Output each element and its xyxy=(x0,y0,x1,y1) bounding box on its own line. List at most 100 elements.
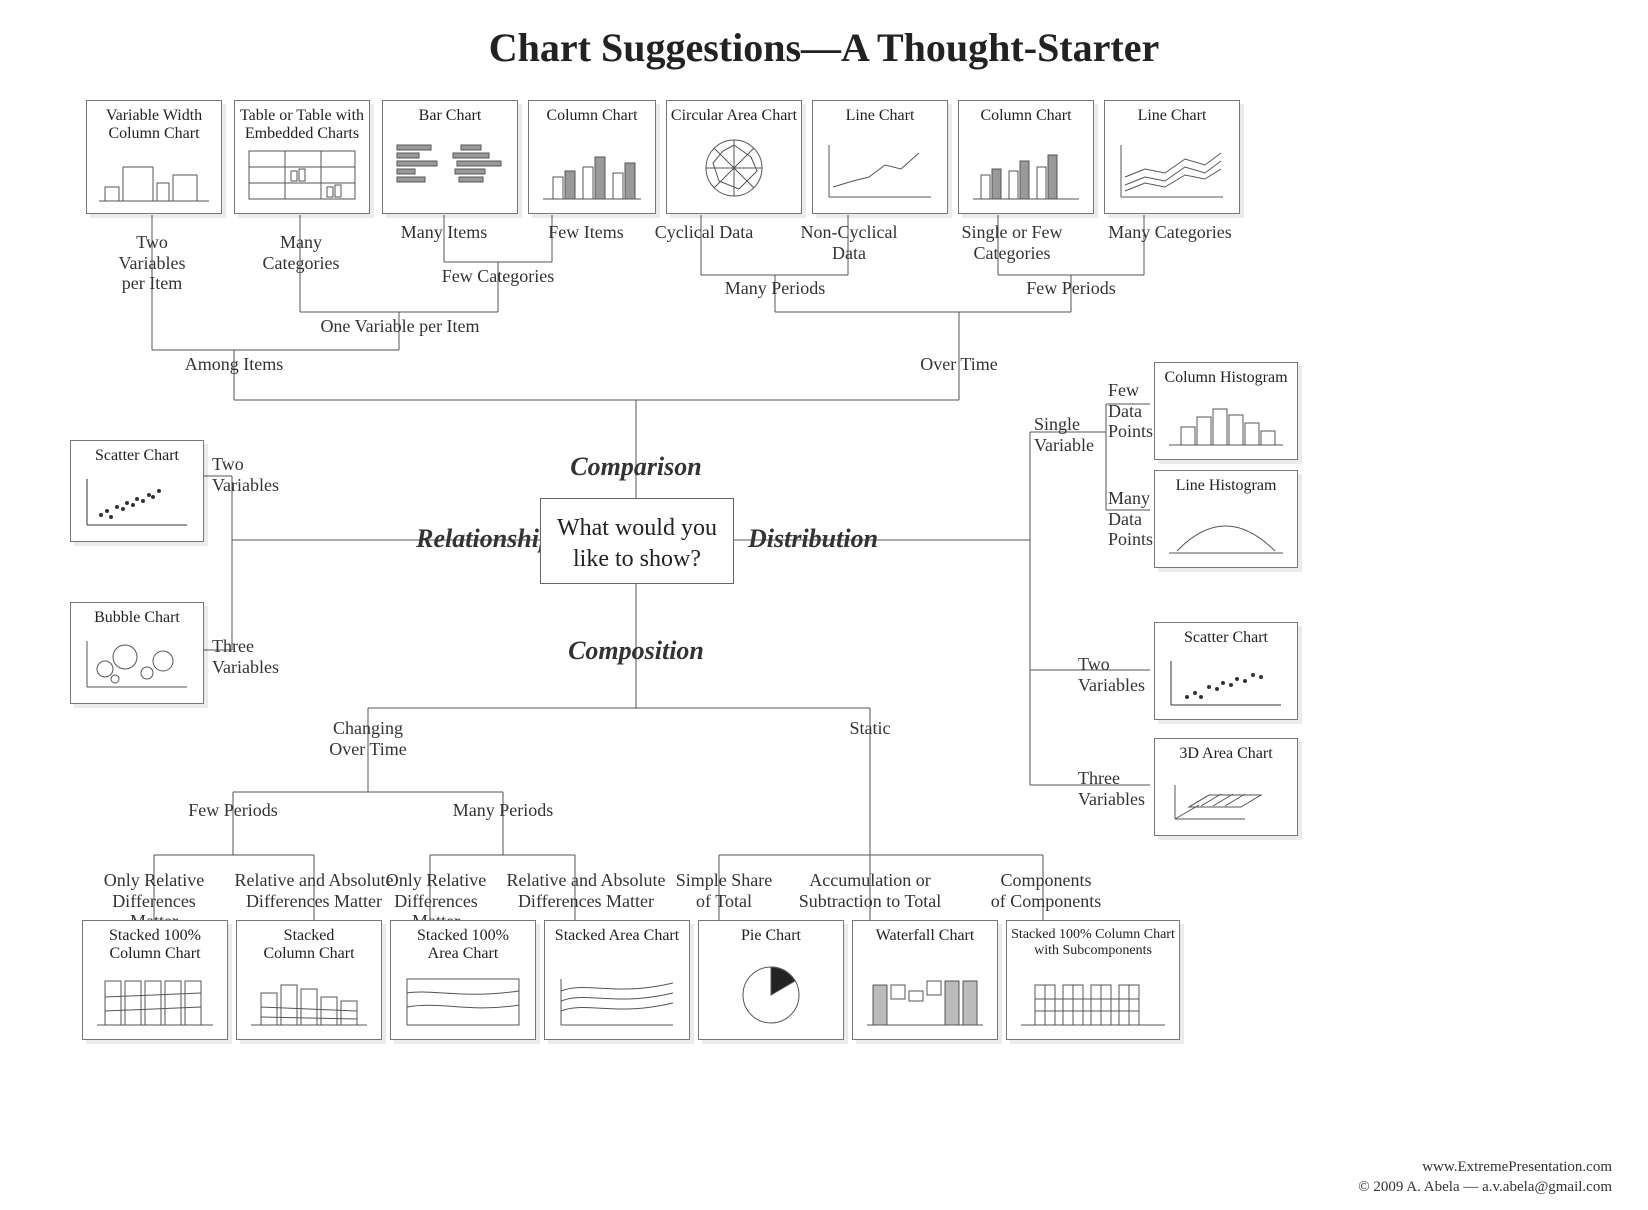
card-circular-area: Circular Area Chart xyxy=(666,100,802,214)
card-caption: Pie Chart xyxy=(699,927,843,945)
card-caption: Line Chart xyxy=(1105,107,1239,125)
card-table-embedded: Table or Table withEmbedded Charts xyxy=(234,100,370,214)
card-stacked100-col: Stacked 100%Column Chart xyxy=(82,920,228,1040)
branch-comparison: Comparison xyxy=(566,452,706,482)
label-many-categories: ManyCategories xyxy=(256,232,346,273)
multi-line-chart-icon xyxy=(1115,139,1229,203)
label-few-periods: Few Periods xyxy=(186,800,280,821)
label-few-categories: Few Categories xyxy=(438,266,558,287)
branch-composition: Composition xyxy=(560,636,712,666)
scatter-icon xyxy=(1165,657,1287,709)
card-stacked100-area: Stacked 100%Area Chart xyxy=(390,920,536,1040)
card-3d-area: 3D Area Chart xyxy=(1154,738,1298,836)
variable-width-column-icon xyxy=(97,147,211,203)
card-caption: Stacked Area Chart xyxy=(545,927,689,945)
card-caption: Line Histogram xyxy=(1155,477,1297,495)
card-line-chart-top2: Line Chart xyxy=(1104,100,1240,214)
stacked-area-icon xyxy=(555,971,679,1029)
label-two-variables: TwoVariables xyxy=(212,454,292,495)
card-caption: Scatter Chart xyxy=(71,447,203,465)
card-stacked-col: StackedColumn Chart xyxy=(236,920,382,1040)
label-comp-of-comp: Componentsof Components xyxy=(972,870,1120,911)
scatter-icon xyxy=(81,473,193,531)
card-caption: Waterfall Chart xyxy=(853,927,997,945)
bubble-icon xyxy=(81,635,193,693)
label-among-items: Among Items xyxy=(178,354,290,375)
label-three-variables: ThreeVariables xyxy=(212,636,292,677)
label-many-items: Many Items xyxy=(398,222,490,243)
card-column-chart-top: Column Chart xyxy=(528,100,656,214)
page-title: Chart Suggestions—A Thought-Starter xyxy=(0,24,1648,71)
card-caption: Bar Chart xyxy=(383,107,517,125)
label-many-categories2: Many Categories xyxy=(1104,222,1236,243)
label-few-data-points: FewDataPoints xyxy=(1108,380,1158,442)
pie-icon xyxy=(709,959,833,1029)
stacked-col-icon xyxy=(247,971,371,1029)
card-scatter-right: Scatter Chart xyxy=(1154,622,1298,720)
label-accumulation: Accumulation orSubtraction to Total xyxy=(796,870,944,911)
label-rel-abs-diff2: Relative and AbsoluteDifferences Matter xyxy=(504,870,668,911)
card-caption: 3D Area Chart xyxy=(1155,745,1297,763)
table-embedded-icon xyxy=(245,147,359,203)
label-single-few-cat: Single or Few Categories xyxy=(924,222,1100,263)
area3d-icon xyxy=(1165,771,1287,825)
card-caption: Column Chart xyxy=(959,107,1093,125)
center-question: What would youlike to show? xyxy=(540,498,734,584)
card-waterfall: Waterfall Chart xyxy=(852,920,998,1040)
label-over-time: Over Time xyxy=(906,354,1012,375)
column-chart-icon xyxy=(969,143,1083,203)
card-pie: Pie Chart xyxy=(698,920,844,1040)
card-caption: Table or Table withEmbedded Charts xyxy=(235,107,369,144)
label-one-var-per-item: One Variable per Item xyxy=(310,316,490,337)
label-cyclical: Cyclical Data xyxy=(654,222,754,243)
card-stacked100-sub: Stacked 100% Column Chartwith Subcompone… xyxy=(1006,920,1180,1040)
card-column-histogram: Column Histogram xyxy=(1154,362,1298,460)
card-bar-chart: Bar Chart xyxy=(382,100,518,214)
card-caption: Line Chart xyxy=(813,107,947,125)
card-caption: Stacked 100%Area Chart xyxy=(391,927,535,964)
card-line-histogram: Line Histogram xyxy=(1154,470,1298,568)
card-variable-width-column: Variable WidthColumn Chart xyxy=(86,100,222,214)
label-static: Static xyxy=(842,718,898,739)
card-caption: Column Histogram xyxy=(1155,369,1297,387)
line-chart-icon xyxy=(823,139,937,203)
card-caption: Bubble Chart xyxy=(71,609,203,627)
label-many-periods-top: Many Periods xyxy=(718,278,832,299)
label-changing-over-time: ChangingOver Time xyxy=(320,718,416,759)
stacked100-area-icon xyxy=(401,971,525,1029)
credit-copyright: © 2009 A. Abela — a.v.abela@gmail.com xyxy=(1358,1179,1612,1196)
histogram-icon xyxy=(1165,397,1287,449)
stacked100-col-icon xyxy=(93,971,217,1029)
line-histogram-icon xyxy=(1165,505,1287,557)
card-caption: Scatter Chart xyxy=(1155,629,1297,647)
label-single-variable: SingleVariable xyxy=(1034,414,1102,455)
card-bubble: Bubble Chart xyxy=(70,602,204,704)
stacked100-sub-icon xyxy=(1017,977,1169,1029)
card-column-chart-top2: Column Chart xyxy=(958,100,1094,214)
card-caption: Circular Area Chart xyxy=(667,107,801,125)
label-non-cyclical: Non-Cyclical Data xyxy=(784,222,914,263)
credit-url: www.ExtremePresentation.com xyxy=(1422,1159,1612,1176)
label-few-items: Few Items xyxy=(546,222,626,243)
card-scatter-left: Scatter Chart xyxy=(70,440,204,542)
waterfall-icon xyxy=(863,967,987,1029)
column-chart-icon xyxy=(539,143,645,203)
card-caption: Stacked 100% Column Chartwith Subcompone… xyxy=(1007,927,1179,959)
branch-distribution: Distribution xyxy=(748,524,908,554)
label-simple-share: Simple Shareof Total xyxy=(668,870,780,911)
branch-relationship: Relationship xyxy=(392,524,552,554)
label-two-variables2: TwoVariables xyxy=(1078,654,1154,695)
card-stacked-area: Stacked Area Chart xyxy=(544,920,690,1040)
label-many-data-points: ManyDataPoints xyxy=(1108,488,1158,550)
label-three-variables2: ThreeVariables xyxy=(1078,768,1154,809)
label-many-periods2: Many Periods xyxy=(448,800,558,821)
card-caption: Variable WidthColumn Chart xyxy=(87,107,221,144)
card-line-chart-top: Line Chart xyxy=(812,100,948,214)
card-caption: Stacked 100%Column Chart xyxy=(83,927,227,964)
label-few-periods-top: Few Periods xyxy=(1014,278,1128,299)
card-caption: StackedColumn Chart xyxy=(237,927,381,964)
bar-chart-icon xyxy=(393,139,507,203)
label-two-var-per-item: Two Variablesper Item xyxy=(104,232,200,294)
circular-area-icon xyxy=(677,133,791,203)
card-caption: Column Chart xyxy=(529,107,655,125)
